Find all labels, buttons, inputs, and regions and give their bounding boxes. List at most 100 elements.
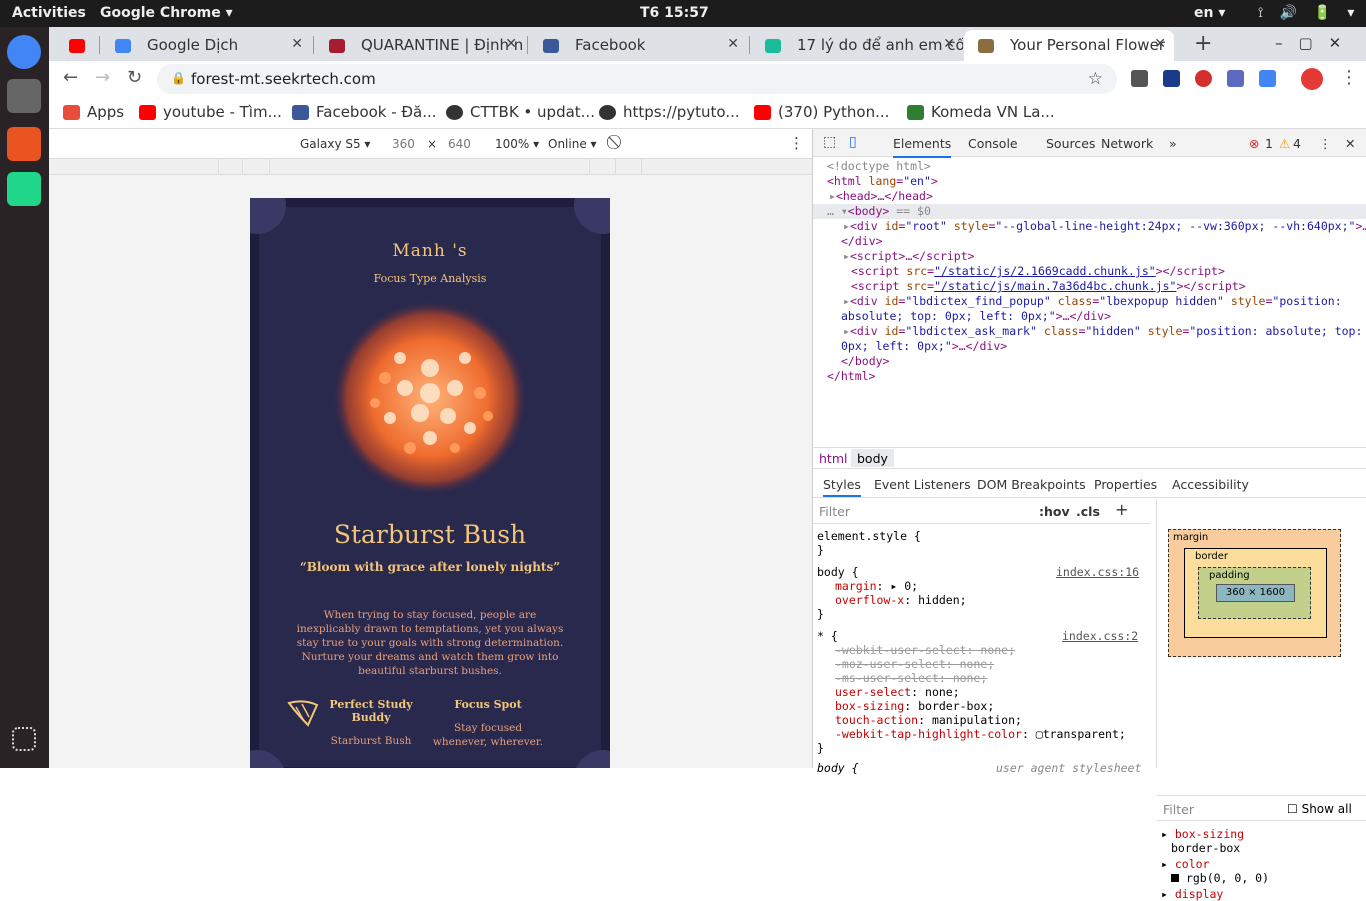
margin-box[interactable]: margin border padding 360 × 1600 <box>1168 529 1341 657</box>
more-options-icon[interactable]: ⋮ <box>789 134 804 152</box>
tab-facebook[interactable]: Facebook ✕ <box>529 30 747 61</box>
bookmark-item[interactable]: Komeda VN La... <box>907 103 1055 121</box>
computed-item[interactable]: ▸ box-sizing <box>1161 827 1269 841</box>
tab-styles[interactable]: Styles <box>823 477 861 497</box>
tab-google-translate[interactable]: Google Dịch ✕ <box>101 30 311 61</box>
content-box[interactable]: 360 × 1600 <box>1216 584 1295 602</box>
css-declaration[interactable]: overflow-x: hidden; <box>835 593 967 607</box>
flower-result-page[interactable]: Manh 's Focus Type Analysis Starburst Bu… <box>250 198 610 768</box>
css-declaration[interactable]: margin: ▸ 0; <box>835 579 918 593</box>
dom-line[interactable]: <script src="/static/js/2.1669cadd.chunk… <box>851 264 1225 279</box>
more-tabs-icon[interactable]: » <box>1169 136 1177 151</box>
tab-console[interactable]: Console <box>968 136 1018 151</box>
error-icon[interactable]: ⊗ <box>1249 136 1259 151</box>
bookmark-item[interactable]: https://pytuto... <box>599 103 740 121</box>
rule-selector[interactable]: body { <box>817 761 859 775</box>
dom-tree[interactable]: <!doctype html> <html lang="en"> ▸<head>… <box>813 159 1366 419</box>
width-input[interactable]: 360 <box>392 137 415 151</box>
extension-icon[interactable] <box>1163 70 1180 87</box>
dom-line[interactable]: ▸<head>…</head> <box>829 189 933 204</box>
new-tab-button[interactable]: + <box>1194 31 1212 56</box>
styles-filter-input[interactable]: Filter <box>819 504 850 519</box>
cls-button[interactable]: .cls <box>1076 504 1100 519</box>
rule-selector[interactable]: element.style { <box>817 529 921 543</box>
tab-your-personal-flower[interactable]: Your Personal Flower ✕ <box>964 30 1174 61</box>
dom-line[interactable]: absolute; top: 0px; left: 0px;">…</div> <box>841 309 1111 324</box>
media-query-bar[interactable] <box>49 159 812 175</box>
extension-icon[interactable] <box>1227 70 1244 87</box>
height-input[interactable]: 640 <box>448 137 471 151</box>
bookmark-item[interactable]: youtube - Tìm... <box>139 103 282 121</box>
dom-line-selected[interactable]: … ▾<body> == $0 <box>813 204 1366 219</box>
reload-button[interactable]: ↻ <box>127 67 142 88</box>
warning-icon[interactable]: ⚠ <box>1279 136 1290 151</box>
close-tab-icon[interactable]: ✕ <box>943 36 955 52</box>
tab-quarantine[interactable]: QUARANTINE | Định n ✕ <box>315 30 525 61</box>
crumb-body[interactable]: body <box>851 449 894 467</box>
language-indicator[interactable]: en ▾ <box>1194 5 1225 21</box>
css-declaration[interactable]: touch-action: manipulation; <box>835 713 1022 727</box>
chrome-icon[interactable] <box>7 35 41 69</box>
close-tab-icon[interactable]: ✕ <box>505 36 517 52</box>
css-declaration[interactable]: -webkit-tap-highlight-color: ▢transparen… <box>835 727 1126 741</box>
forward-button[interactable]: → <box>95 67 110 88</box>
dom-line[interactable]: </html> <box>827 369 875 384</box>
rule-selector[interactable]: body { <box>817 565 859 579</box>
extension-icon[interactable] <box>1195 70 1212 87</box>
computed-list[interactable]: ▸ box-sizing border-box ▸ color rgb(0, 0… <box>1161 827 1269 901</box>
tab-properties[interactable]: Properties <box>1094 477 1157 492</box>
bookmark-item[interactable]: (370) Python... <box>754 103 889 121</box>
tab-event-listeners[interactable]: Event Listeners <box>874 477 971 492</box>
rule-selector[interactable]: * { <box>817 629 838 643</box>
bookmark-apps[interactable]: Apps <box>63 103 124 121</box>
dom-line[interactable]: </div> <box>841 234 883 249</box>
computed-item[interactable]: ▸ color <box>1161 857 1269 871</box>
network-select[interactable]: Online ▾ <box>548 137 597 151</box>
dom-line[interactable]: </body> <box>841 354 889 369</box>
system-tray[interactable]: ⟟ 🔊 🔋 ▾ <box>1258 5 1360 21</box>
dom-line[interactable]: <!doctype html> <box>827 159 931 174</box>
padding-box[interactable]: padding 360 × 1600 <box>1198 567 1311 619</box>
window-controls[interactable]: –▢✕ <box>1275 34 1357 52</box>
css-declaration[interactable]: -ms-user-select: none; <box>835 671 987 685</box>
url-text[interactable]: forest-mt.seekrtech.com <box>191 70 376 88</box>
dom-line[interactable]: ▸<div id="lbdictex_find_popup" class="lb… <box>843 294 1342 309</box>
devtools-menu-icon[interactable]: ⋮ <box>1319 136 1332 151</box>
crumb-html[interactable]: html <box>819 451 847 466</box>
new-rule-icon[interactable]: + <box>1115 500 1128 519</box>
hov-button[interactable]: :hov <box>1039 504 1070 519</box>
translate-extension-icon[interactable] <box>1259 70 1276 87</box>
tab-network[interactable]: Network <box>1101 136 1153 151</box>
css-declaration[interactable]: user-select: none; <box>835 685 960 699</box>
border-box[interactable]: border padding 360 × 1600 <box>1184 548 1327 638</box>
show-apps-icon[interactable] <box>12 727 36 751</box>
rule-source[interactable]: index.css:2 <box>1062 629 1138 643</box>
dom-line[interactable]: <html lang="en"> <box>827 174 938 189</box>
lock-icon[interactable]: 🔒 <box>171 71 186 85</box>
tab-dom-breakpoints[interactable]: DOM Breakpoints <box>977 477 1086 492</box>
dom-line[interactable]: <script src="/static/js/main.7a36d4bc.ch… <box>851 279 1246 294</box>
styles-pane[interactable]: element.style { } body { index.css:16 ma… <box>813 525 1143 775</box>
close-devtools-icon[interactable]: ✕ <box>1345 136 1355 151</box>
bookmark-star-icon[interactable]: ☆ <box>1088 69 1103 89</box>
tab-sources[interactable]: Sources <box>1046 136 1095 151</box>
extension-icon[interactable] <box>1131 70 1148 87</box>
dom-line[interactable]: ▸<div id="root" style="--global-line-hei… <box>843 219 1366 234</box>
computed-filter-input[interactable]: Filter <box>1163 802 1194 817</box>
css-declaration[interactable]: -moz-user-select: none; <box>835 657 994 671</box>
warning-count[interactable]: 4 <box>1293 136 1301 151</box>
device-select[interactable]: Galaxy S5 ▾ <box>300 137 370 151</box>
zoom-select[interactable]: 100% ▾ <box>495 137 539 151</box>
files-icon[interactable] <box>7 79 41 113</box>
menu-icon[interactable]: ⋮ <box>1340 67 1358 88</box>
dom-line[interactable]: 0px; left: 0px;">…</div> <box>841 339 1007 354</box>
css-declaration[interactable]: -webkit-user-select: none; <box>835 643 1015 657</box>
inspect-icon[interactable]: ⬚ <box>823 134 836 150</box>
tab-17-ly-do[interactable]: 17 lý do để anh em cố ✕ <box>751 30 963 61</box>
css-declaration[interactable]: box-sizing: border-box; <box>835 699 994 713</box>
app-menu[interactable]: Google Chrome ▾ <box>100 5 233 21</box>
show-all-checkbox[interactable]: ☐ Show all <box>1287 802 1352 816</box>
bookmark-item[interactable]: CTTBK • updat... <box>446 103 595 121</box>
software-icon[interactable] <box>7 127 41 161</box>
clock[interactable]: T6 15:57 <box>640 5 770 21</box>
